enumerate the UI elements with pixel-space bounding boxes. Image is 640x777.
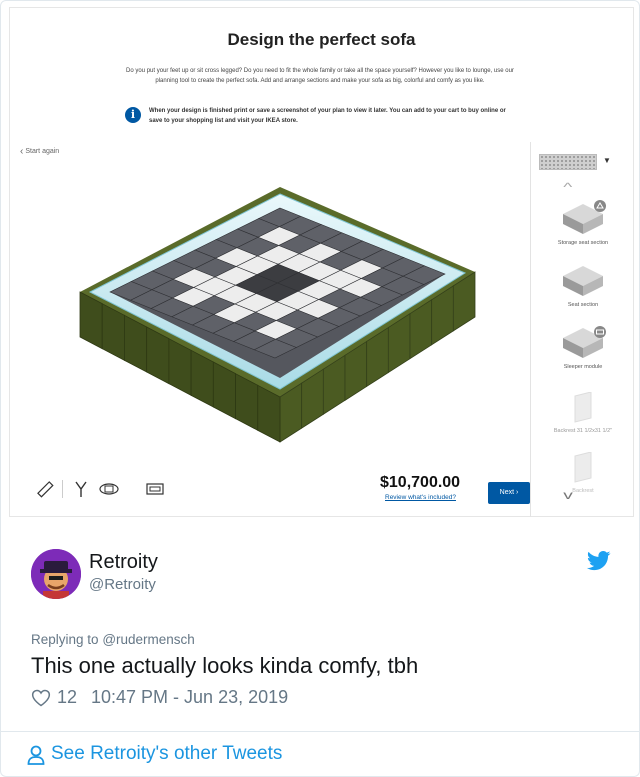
info-icon: i [125,107,141,123]
module-seat-section[interactable]: Seat section [531,260,635,308]
planner-title: Design the perfect sofa [227,30,416,49]
backrest-icon-2 [574,452,592,483]
scroll-down-chevron-icon[interactable]: v [563,488,573,502]
toolbar-divider [62,480,63,498]
sleeper-module-icon [563,326,606,358]
fabric-swatch-select[interactable] [539,154,597,170]
display-name[interactable]: Retroity [89,551,158,574]
person-icon [27,745,45,765]
twitter-bird-icon[interactable] [587,551,611,571]
storage-seat-icon [563,200,606,234]
info-text: When your design is finished print or sa… [149,108,506,124]
divider [1,731,639,732]
backrest-icon [574,392,592,423]
tweet-text: This one actually looks kinda comfy, tbh [31,653,419,678]
heart-icon[interactable] [31,688,51,708]
total-price: $10,700.00 [380,474,461,491]
like-count[interactable]: 12 [57,687,77,708]
measure-ruler-icon[interactable] [34,478,56,500]
module-storage-seat-section[interactable]: Storage seat section [531,198,635,246]
sofa-view-icon[interactable] [144,478,166,500]
planner-description: Do you put your feet up or sit cross leg… [126,68,514,84]
replying-to: Replying to @rudermensch [31,632,195,647]
avatar[interactable] [31,549,81,599]
chevron-right-icon: › [516,489,519,496]
tweet-card: Design the perfect sofa Do you put your … [0,0,640,777]
review-included-link[interactable]: Review what's included? [385,494,456,501]
rotate-view-icon[interactable] [98,478,120,500]
module-sleeper[interactable]: Sleeper module [531,322,635,370]
next-button[interactable]: Next › [488,482,530,504]
seat-section-icon [563,266,603,296]
avatar-illustration [31,549,81,599]
module-sidebar: ▼ ^ Storage seat section Seat section Sl… [530,142,634,517]
scroll-up-chevron-icon[interactable]: ^ [563,180,572,194]
caret-down-icon[interactable]: ▼ [603,156,611,165]
sofa-render[interactable] [10,142,530,512]
module-backrest-2[interactable]: Backrest [531,452,635,494]
timestamp[interactable]: 10:47 PM - Jun 23, 2019 [91,687,288,708]
dimensions-icon[interactable] [70,478,92,500]
module-backrest[interactable]: Backrest 31 1/2x31 1/2" [531,392,635,434]
ikea-sofa-planner-screenshot: Design the perfect sofa Do you put your … [9,7,634,517]
mention-link[interactable]: @rudermensch [102,632,195,647]
user-handle[interactable]: @Retroity [89,576,156,593]
info-row: i When your design is finished print or … [125,106,525,128]
